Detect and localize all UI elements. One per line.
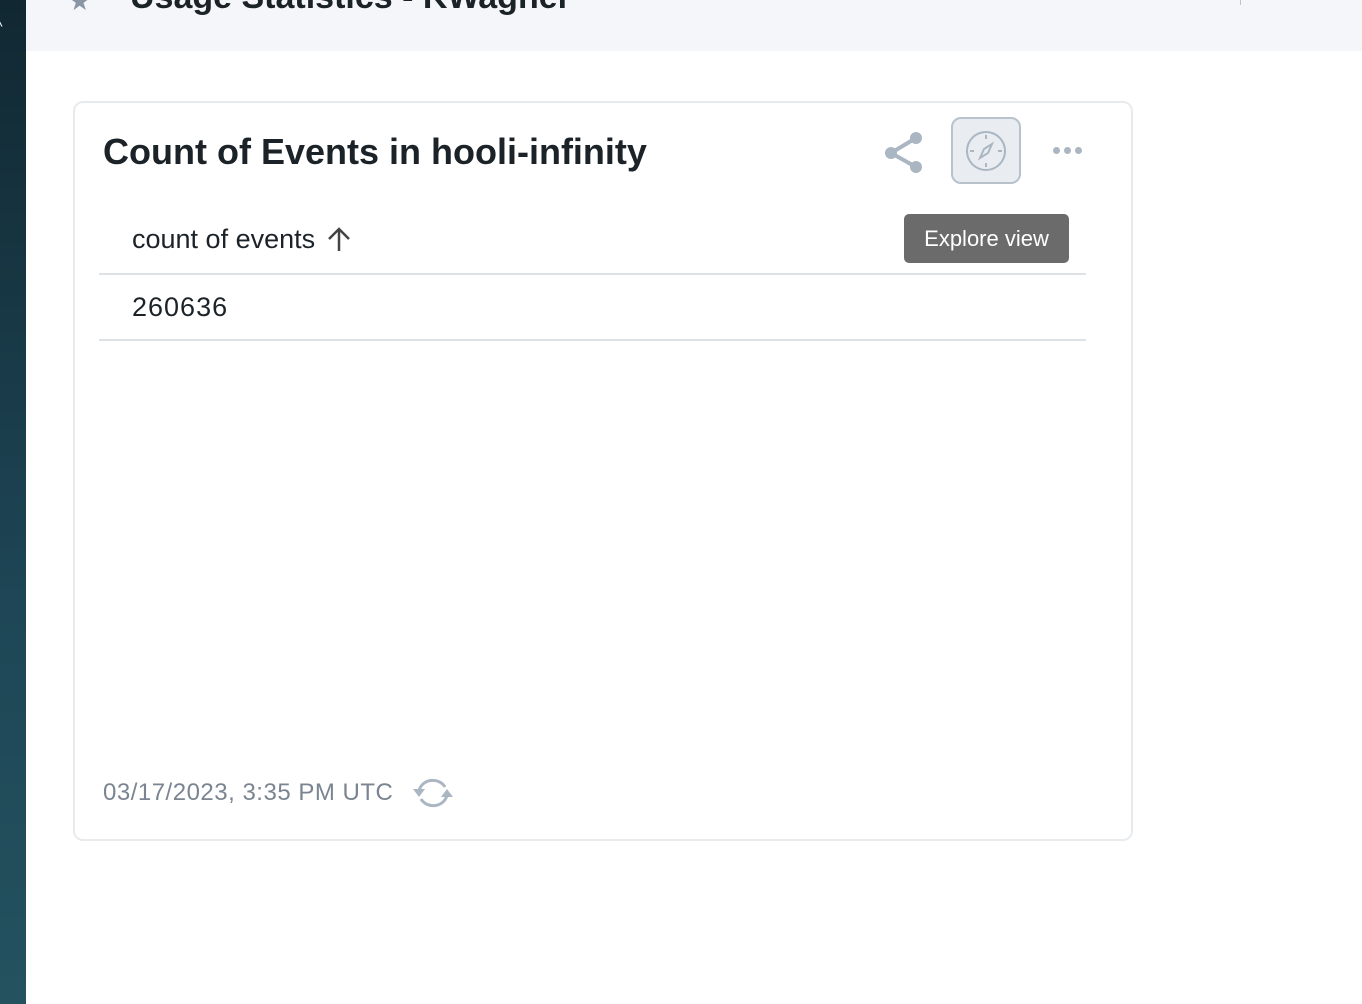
refresh-icon[interactable] bbox=[411, 775, 455, 811]
column-header-label: count of events bbox=[132, 223, 316, 254]
dashboard-card: Count of Events in hooli-infinity count … bbox=[73, 101, 1133, 841]
card-footer: 03/17/2023, 3:35 PM UTC bbox=[103, 775, 455, 811]
divider bbox=[1240, 0, 1241, 5]
table-row: 260636 bbox=[99, 275, 1086, 341]
explore-view-button[interactable] bbox=[951, 117, 1021, 184]
table-cell: 260636 bbox=[132, 291, 229, 322]
card-title: Count of Events in hooli-infinity bbox=[103, 131, 647, 172]
page-title: Usage Statistics - KWagner bbox=[130, 0, 571, 17]
more-options-button[interactable] bbox=[1053, 147, 1082, 154]
compass-icon bbox=[966, 130, 1006, 171]
page-header: ★ Usage Statistics - KWagner bbox=[26, 0, 1362, 51]
star-icon[interactable]: ★ bbox=[68, 0, 91, 17]
sort-ascending-icon[interactable] bbox=[327, 226, 351, 252]
share-icon[interactable] bbox=[883, 131, 923, 180]
explore-view-tooltip: Explore view bbox=[904, 214, 1069, 263]
last-updated-timestamp: 03/17/2023, 3:35 PM UTC bbox=[103, 779, 394, 806]
chevron-up-icon[interactable]: ^ bbox=[0, 18, 3, 34]
sidebar: ^ bbox=[0, 0, 26, 1004]
